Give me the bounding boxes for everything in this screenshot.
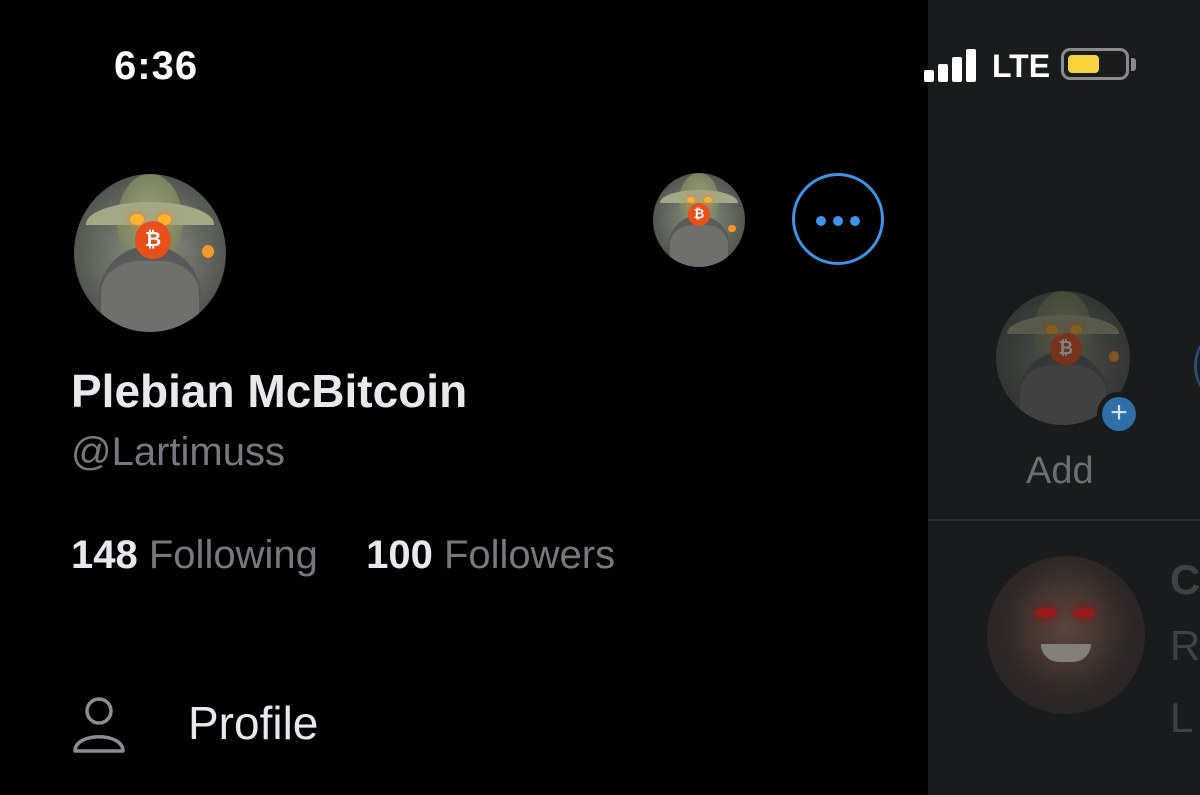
timeline-user-avatar[interactable]: [987, 556, 1145, 714]
followers-label: Followers: [443, 533, 616, 577]
peek-text-1: C: [1170, 556, 1200, 603]
display-name: Plebian McBitcoin: [71, 365, 468, 417]
follow-stats: 148 Following 100 Followers: [71, 533, 615, 578]
followers-count: 100: [366, 533, 433, 577]
following-count: 148: [71, 533, 138, 577]
person-icon: [73, 697, 125, 753]
status-time: 6:36: [114, 44, 199, 88]
user-handle: @Lartimuss: [71, 430, 285, 474]
add-account-button[interactable]: +: [1097, 392, 1141, 436]
secondary-account-avatar[interactable]: ₿: [653, 173, 745, 267]
more-options-button[interactable]: [792, 173, 884, 265]
following-label: Following: [148, 533, 318, 577]
following-link[interactable]: 148 Following: [71, 533, 329, 577]
menu-item-label: Profile: [188, 697, 319, 749]
battery-icon: [1061, 48, 1129, 80]
add-account-label: Add: [1026, 450, 1094, 492]
peek-text-3: L: [1170, 694, 1194, 741]
panel-divider: [928, 519, 1200, 521]
followers-link[interactable]: 100 Followers: [366, 533, 615, 577]
battery-tip: [1131, 58, 1136, 71]
signal-strength-icon: [924, 48, 980, 82]
menu-item-profile[interactable]: Profile: [71, 696, 471, 756]
battery-level-fill: [1068, 55, 1099, 73]
network-type: LTE: [992, 48, 1051, 84]
peek-text-2: R: [1170, 622, 1200, 669]
profile-avatar[interactable]: ₿: [74, 174, 226, 332]
plus-icon: +: [1102, 397, 1136, 431]
